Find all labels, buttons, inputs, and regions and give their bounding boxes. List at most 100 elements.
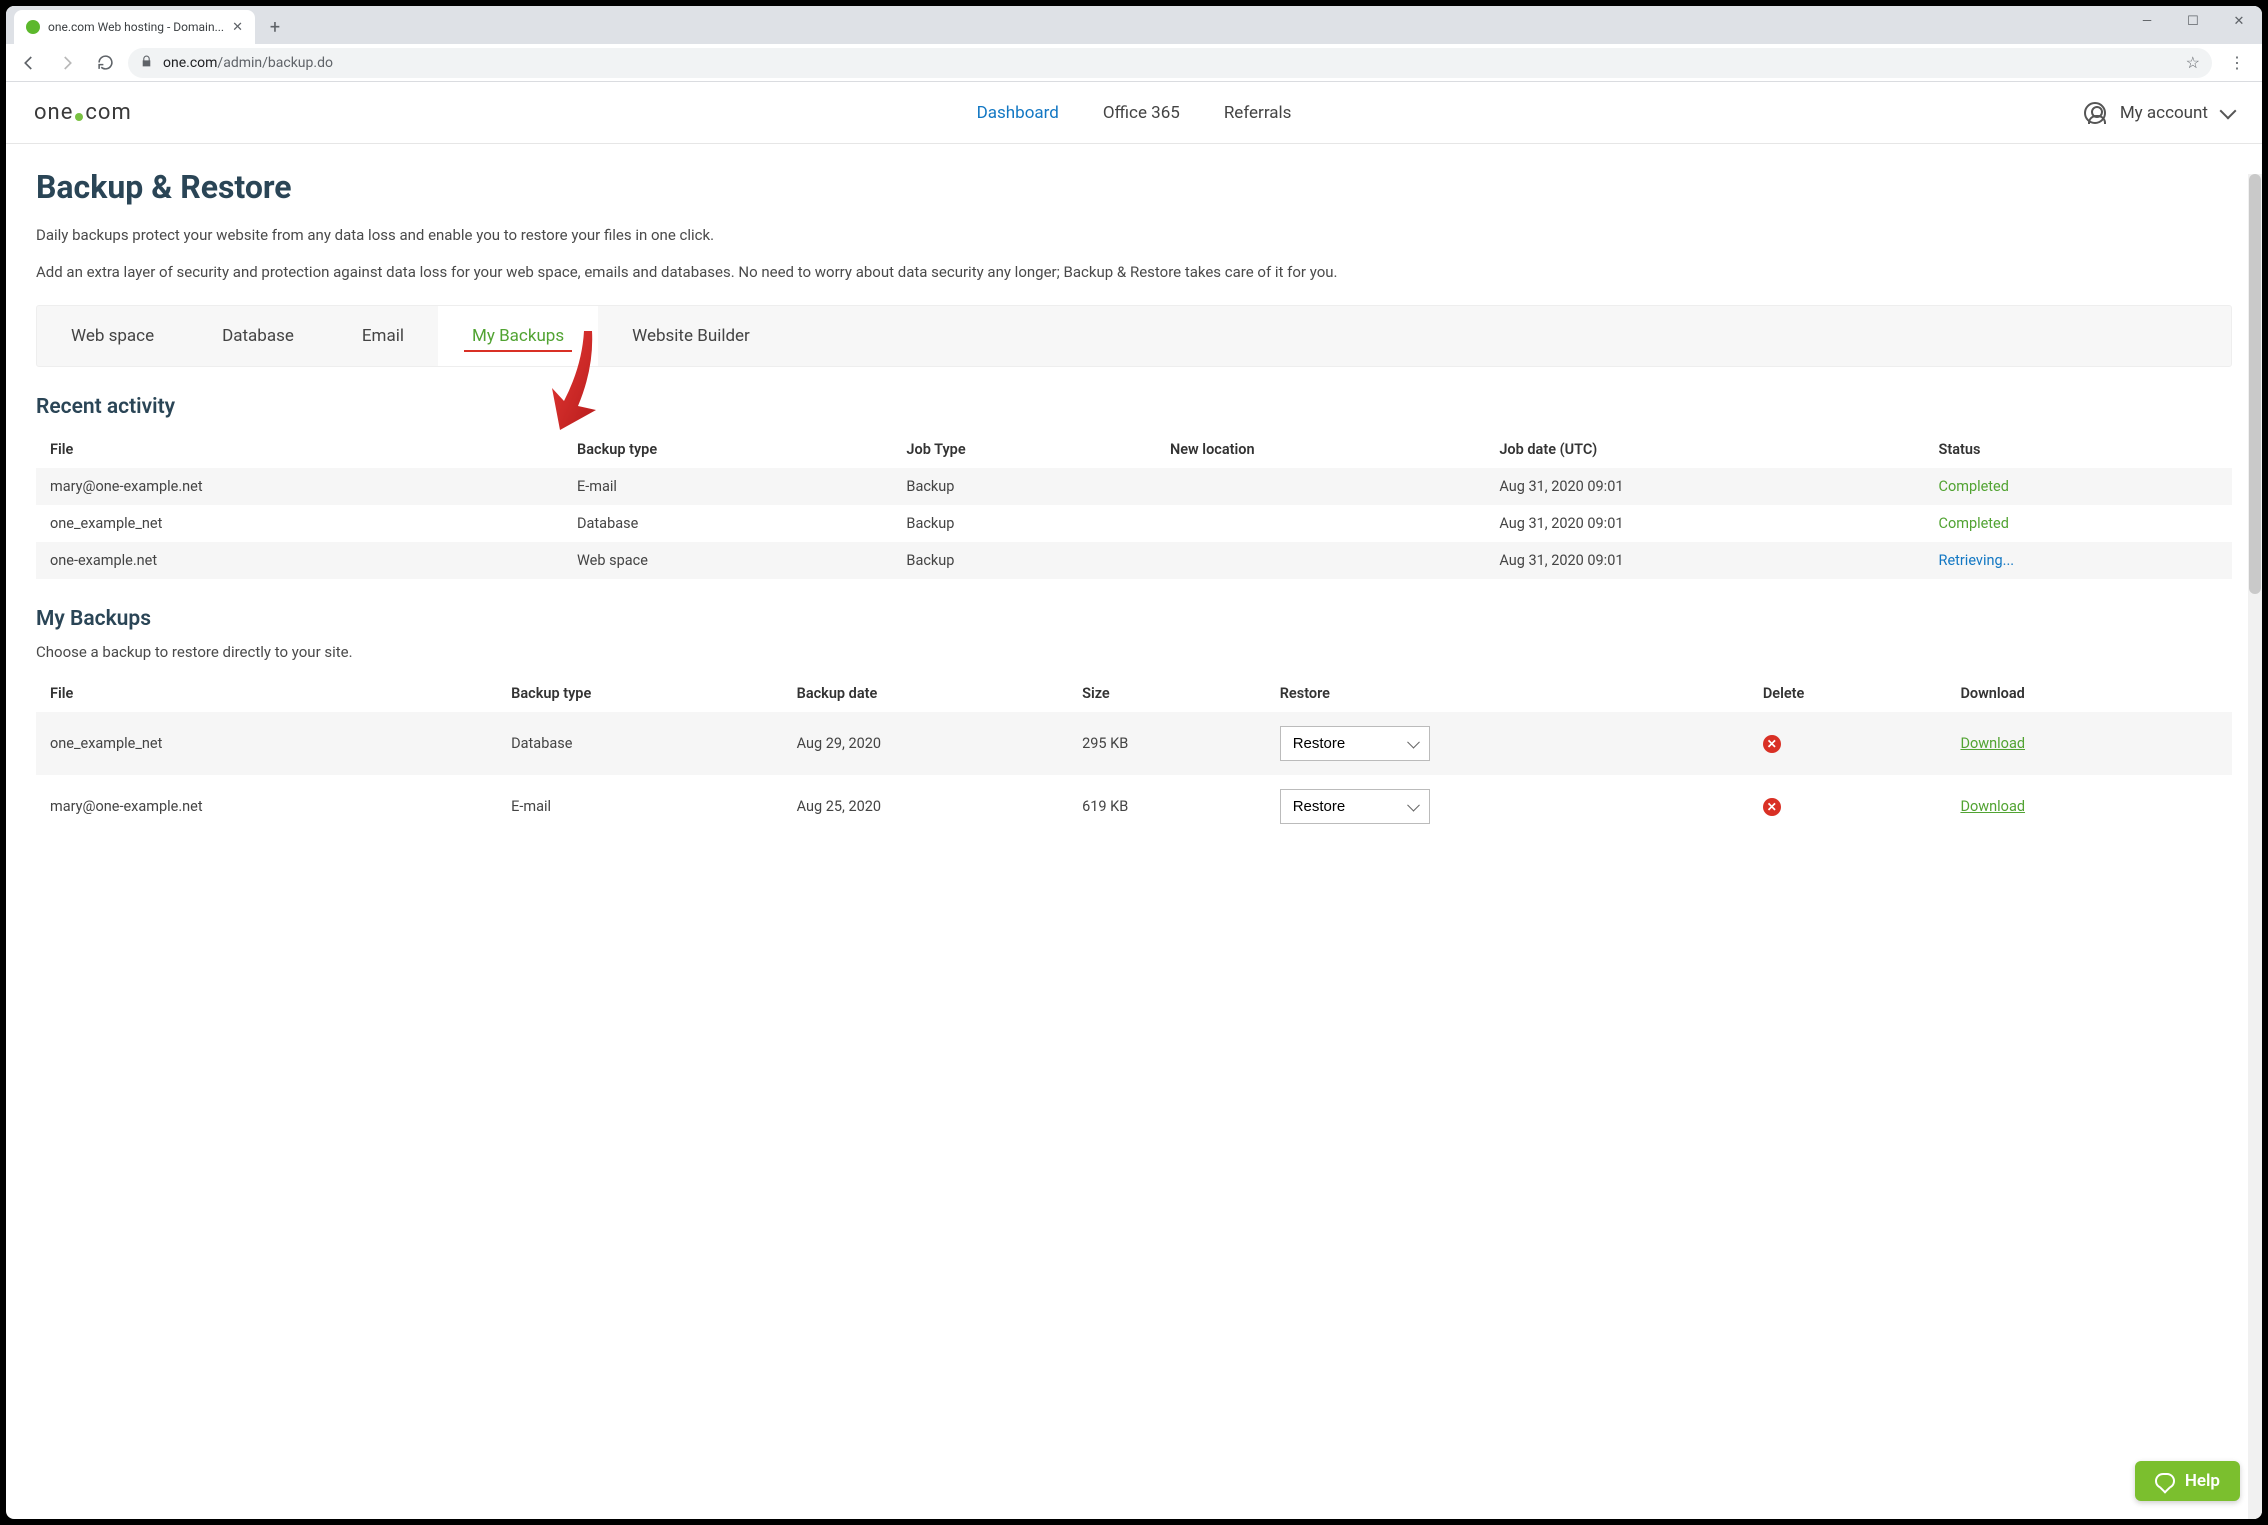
tab-favicon	[26, 20, 40, 34]
url-text: one.com/admin/backup.do	[163, 55, 333, 71]
col-file: File	[36, 431, 563, 468]
download-link[interactable]: Download	[1960, 735, 2025, 752]
cell-loc	[1156, 468, 1485, 505]
my-backups-heading: My Backups	[36, 607, 2232, 631]
window-maximize-button[interactable]: ☐	[2170, 6, 2216, 36]
bk-col-date: Backup date	[783, 675, 1068, 712]
delete-button[interactable]: ✕	[1763, 798, 1781, 816]
cell-delete: ✕	[1749, 775, 1947, 838]
cell-restore: Restore	[1266, 775, 1749, 838]
my-backups-desc: Choose a backup to restore directly to y…	[36, 643, 2232, 661]
tab-my-backups[interactable]: My Backups	[438, 306, 598, 366]
cell-file: one_example_net	[36, 505, 563, 542]
my-backups-table: File Backup type Backup date Size Restor…	[36, 675, 2232, 838]
cell-date: Aug 31, 2020 09:01	[1485, 505, 1924, 542]
bk-col-restore: Restore	[1266, 675, 1749, 712]
cell-type: Database	[497, 712, 782, 775]
cell-date: Aug 25, 2020	[783, 775, 1068, 838]
nav-reload-button[interactable]	[90, 48, 120, 78]
site-logo[interactable]: onecom	[34, 100, 132, 125]
url-field[interactable]: one.com/admin/backup.do ☆	[128, 48, 2212, 78]
cell-file: one_example_net	[36, 712, 497, 775]
backup-tabs: Web space Database Email My Backups Webs…	[36, 305, 2232, 367]
cell-restore: Restore	[1266, 712, 1749, 775]
bk-col-size: Size	[1068, 675, 1266, 712]
scrollbar-thumb[interactable]	[2249, 174, 2261, 594]
col-job-type: Job Type	[892, 431, 1156, 468]
nav-back-button[interactable]	[14, 48, 44, 78]
logo-text-right: com	[85, 100, 131, 125]
page-desc-1: Daily backups protect your website from …	[36, 224, 2232, 247]
cell-status: Completed	[1925, 468, 2232, 505]
table-row: one_example_netDatabaseBackupAug 31, 202…	[36, 505, 2232, 542]
browser-tab-bar: one.com Web hosting - Domain... ✕ + — ☐ …	[6, 6, 2262, 44]
lock-icon	[140, 55, 153, 71]
cell-loc	[1156, 505, 1485, 542]
scrollbar[interactable]	[2248, 174, 2262, 1519]
cell-date: Aug 29, 2020	[783, 712, 1068, 775]
nav-forward-button[interactable]	[52, 48, 82, 78]
bookmark-star-icon[interactable]: ☆	[2186, 53, 2200, 72]
tab-email[interactable]: Email	[328, 306, 438, 366]
col-new-location: New location	[1156, 431, 1485, 468]
cell-download: Download	[1946, 775, 2232, 838]
cell-status: Retrieving...	[1925, 542, 2232, 579]
account-menu[interactable]: My account	[2084, 102, 2234, 124]
help-button[interactable]: Help	[2135, 1461, 2240, 1501]
bk-col-type: Backup type	[497, 675, 782, 712]
col-backup-type: Backup type	[563, 431, 892, 468]
cell-type: E-mail	[497, 775, 782, 838]
address-bar: one.com/admin/backup.do ☆ ⋮	[6, 44, 2262, 82]
site-nav-links: Dashboard Office 365 Referrals	[977, 103, 1292, 123]
page-title: Backup & Restore	[36, 168, 2232, 206]
nav-link-referrals[interactable]: Referrals	[1224, 103, 1292, 123]
table-row: mary@one-example.netE-mailAug 25, 202061…	[36, 775, 2232, 838]
restore-select[interactable]: Restore	[1280, 726, 1430, 761]
user-icon	[2084, 102, 2106, 124]
new-tab-button[interactable]: +	[261, 13, 289, 41]
chat-icon	[2155, 1473, 2175, 1489]
cell-date: Aug 31, 2020 09:01	[1485, 468, 1924, 505]
cell-download: Download	[1946, 712, 2232, 775]
site-topnav: onecom Dashboard Office 365 Referrals My…	[6, 82, 2262, 144]
account-label: My account	[2120, 103, 2208, 123]
cell-file: mary@one-example.net	[36, 775, 497, 838]
logo-text-left: one	[34, 100, 73, 125]
table-row: one_example_netDatabaseAug 29, 2020295 K…	[36, 712, 2232, 775]
help-label: Help	[2185, 1471, 2220, 1491]
recent-activity-table: File Backup type Job Type New location J…	[36, 431, 2232, 579]
cell-job: Backup	[892, 468, 1156, 505]
nav-link-office365[interactable]: Office 365	[1103, 103, 1180, 123]
download-link[interactable]: Download	[1960, 798, 2025, 815]
browser-tab[interactable]: one.com Web hosting - Domain... ✕	[14, 10, 255, 44]
cell-type: E-mail	[563, 468, 892, 505]
cell-loc	[1156, 542, 1485, 579]
bk-col-download: Download	[1946, 675, 2232, 712]
cell-job: Backup	[892, 542, 1156, 579]
table-row: mary@one-example.netE-mailBackup Aug 31, …	[36, 468, 2232, 505]
restore-select[interactable]: Restore	[1280, 789, 1430, 824]
cell-job: Backup	[892, 505, 1156, 542]
window-close-button[interactable]: ✕	[2216, 6, 2262, 36]
cell-file: mary@one-example.net	[36, 468, 563, 505]
delete-button[interactable]: ✕	[1763, 735, 1781, 753]
cell-file: one-example.net	[36, 542, 563, 579]
cell-delete: ✕	[1749, 712, 1947, 775]
cell-date: Aug 31, 2020 09:01	[1485, 542, 1924, 579]
cell-size: 295 KB	[1068, 712, 1266, 775]
cell-status: Completed	[1925, 505, 2232, 542]
col-job-date: Job date (UTC)	[1485, 431, 1924, 468]
page-desc-2: Add an extra layer of security and prote…	[36, 261, 2232, 284]
bk-col-delete: Delete	[1749, 675, 1947, 712]
cell-type: Web space	[563, 542, 892, 579]
tab-website-builder[interactable]: Website Builder	[598, 306, 784, 366]
tab-database[interactable]: Database	[188, 306, 328, 366]
close-tab-icon[interactable]: ✕	[232, 20, 243, 35]
col-status: Status	[1925, 431, 2232, 468]
window-minimize-button[interactable]: —	[2124, 6, 2170, 36]
tab-title: one.com Web hosting - Domain...	[48, 20, 224, 34]
nav-link-dashboard[interactable]: Dashboard	[977, 103, 1059, 123]
chevron-down-icon	[2220, 102, 2237, 119]
tab-web-space[interactable]: Web space	[37, 306, 188, 366]
browser-menu-button[interactable]: ⋮	[2220, 53, 2254, 72]
